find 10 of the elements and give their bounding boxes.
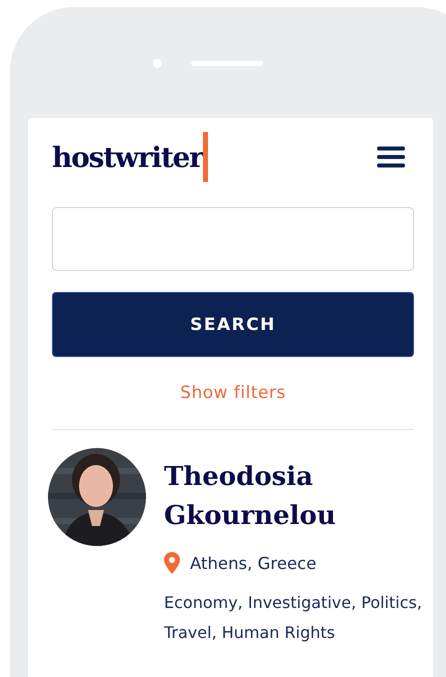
location-pin-icon bbox=[164, 552, 180, 574]
cursor-bar bbox=[202, 132, 208, 182]
topics-text: Economy, Investigative, Politics, Travel, Human Rights bbox=[164, 592, 423, 644]
location-text: Athens, Greece bbox=[190, 554, 316, 572]
profile-name[interactable]: Theodosia bbox=[164, 458, 424, 497]
search-field[interactable] bbox=[52, 207, 414, 271]
profile-name[interactable]: Gkournelou bbox=[164, 497, 424, 536]
search-button[interactable]: SEARCH bbox=[52, 292, 414, 357]
logo[interactable]: hostwriter bbox=[52, 140, 203, 174]
menu-icon[interactable] bbox=[377, 146, 405, 168]
